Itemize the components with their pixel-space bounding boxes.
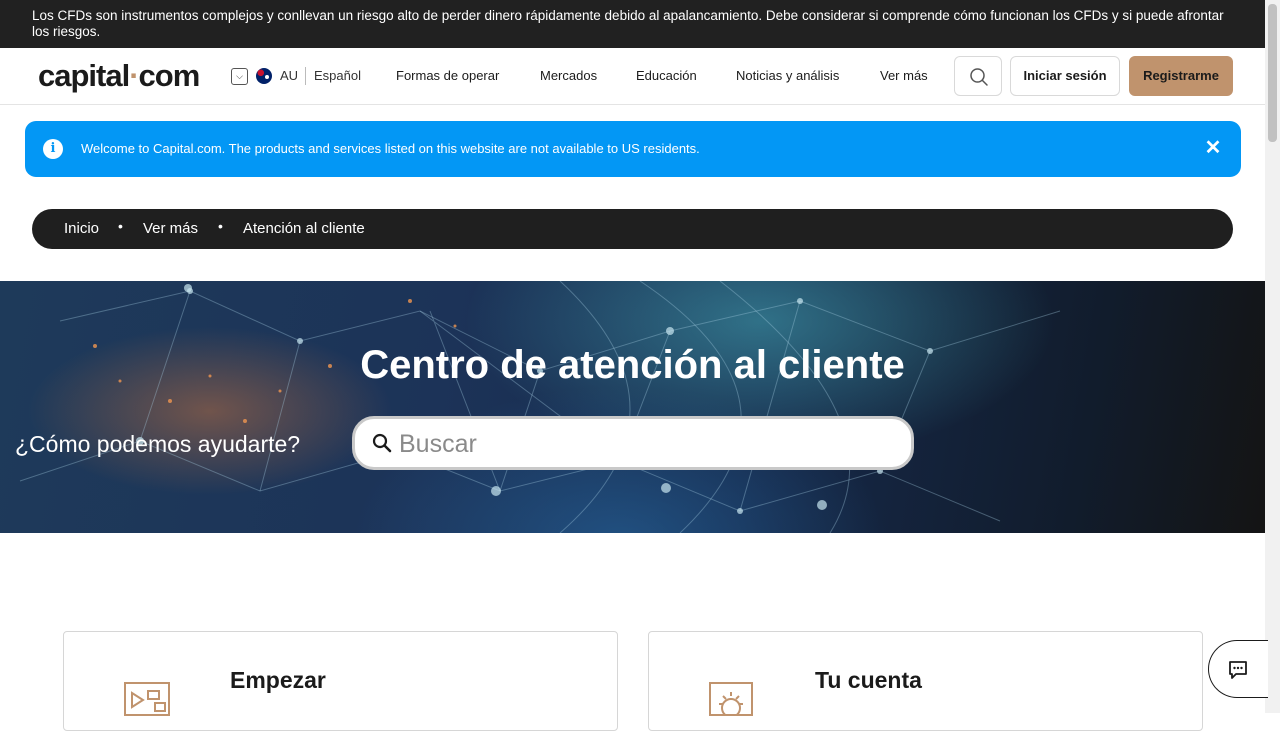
scrollbar-thumb[interactable] xyxy=(1268,4,1277,142)
search-button[interactable] xyxy=(954,56,1002,96)
info-banner-text: Welcome to Capital.com. The products and… xyxy=(81,141,700,156)
card-title: Tu cuenta xyxy=(815,667,922,693)
page-scrollbar[interactable] xyxy=(1265,0,1280,713)
login-button[interactable]: Iniciar sesión xyxy=(1010,56,1120,96)
nav-formas-de-operar[interactable]: Formas de operar xyxy=(396,68,499,83)
video-tutorial-icon xyxy=(124,682,170,716)
breadcrumb-current-page: Atención al cliente xyxy=(243,220,365,237)
close-icon[interactable]: ✕ xyxy=(1202,137,1224,159)
divider xyxy=(305,67,306,85)
us-residents-info-banner: i Welcome to Capital.com. The products a… xyxy=(25,121,1241,177)
chat-button[interactable] xyxy=(1208,640,1268,698)
chevron-down-icon[interactable]: ⌵ xyxy=(231,68,248,85)
risk-warning-bar: Los CFDs son instrumentos complejos y co… xyxy=(0,0,1265,48)
hero-section: Centro de atención al cliente ¿Cómo pode… xyxy=(0,281,1265,533)
australia-flag-icon[interactable] xyxy=(256,68,272,84)
chat-bubble-icon xyxy=(1229,661,1247,679)
nav-noticias-y-analisis[interactable]: Noticias y análisis xyxy=(736,68,839,83)
risk-warning-text: Los CFDs son instrumentos complejos y co… xyxy=(32,8,1224,39)
region-code[interactable]: AU xyxy=(280,68,298,83)
help-search-input[interactable] xyxy=(399,428,879,460)
network-background-graphic xyxy=(19,281,1061,533)
breadcrumb-ver-mas[interactable]: Ver más xyxy=(143,220,198,237)
search-icon xyxy=(970,68,988,86)
breadcrumb-separator: • xyxy=(218,218,223,234)
category-card-tu-cuenta[interactable]: Tu cuenta xyxy=(648,631,1203,731)
page-title: Centro de atención al cliente xyxy=(360,343,905,387)
nav-mercados[interactable]: Mercados xyxy=(540,68,597,83)
account-settings-icon xyxy=(709,682,753,716)
capital-com-logo[interactable]: capital·com xyxy=(38,58,200,94)
language-selector[interactable]: Español xyxy=(314,68,361,83)
nav-educacion[interactable]: Educación xyxy=(636,68,697,83)
signup-button[interactable]: Registrarme xyxy=(1129,56,1233,96)
info-icon: i xyxy=(43,139,63,159)
top-navbar: capital·com ⌵ AU Español Formas de opera… xyxy=(0,48,1265,105)
search-icon xyxy=(372,433,392,453)
help-prompt: ¿Cómo podemos ayudarte? xyxy=(15,431,301,457)
help-search-box[interactable] xyxy=(352,416,914,470)
category-card-empezar[interactable]: Empezar xyxy=(63,631,618,731)
card-title: Empezar xyxy=(230,667,326,693)
breadcrumb-separator: • xyxy=(118,218,123,234)
breadcrumb-inicio[interactable]: Inicio xyxy=(64,220,99,237)
nav-ver-mas[interactable]: Ver más xyxy=(880,68,928,83)
breadcrumb: Inicio • Ver más • Atención al cliente xyxy=(32,209,1233,249)
